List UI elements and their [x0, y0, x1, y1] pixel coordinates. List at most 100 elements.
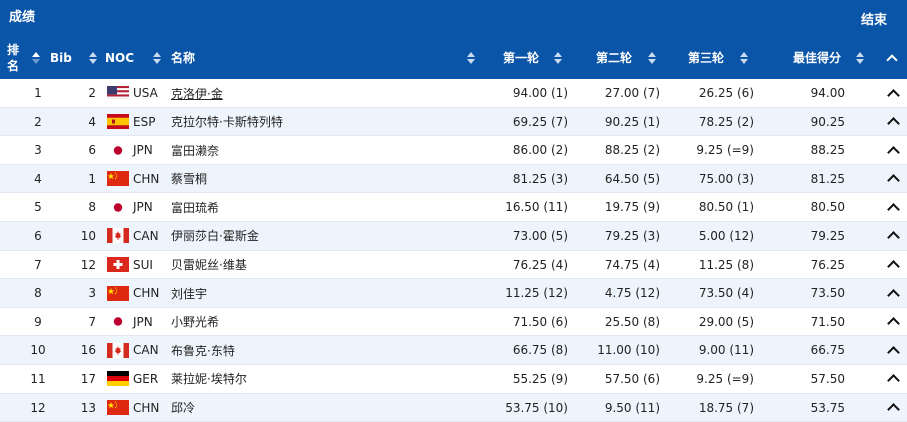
- bib-cell: 16: [80, 343, 96, 358]
- athlete-name: 刘佳宇: [171, 286, 208, 301]
- rank-cell: 12: [30, 400, 46, 415]
- column-noc-header[interactable]: NOC: [105, 36, 134, 79]
- rank-sort-icon[interactable]: [32, 36, 40, 79]
- table-row[interactable]: 3 6 JPN 富田濑奈 86.00 (2) 88.25 (2) 9.25 (=9) 88.2…: [0, 136, 907, 165]
- jpn-flag-icon: [107, 136, 131, 164]
- round1-cell: 71.50 (6): [512, 314, 568, 329]
- athlete-name-link[interactable]: 克拉尔特·卡斯特列特: [171, 108, 351, 136]
- best-sort-icon[interactable]: [856, 36, 864, 79]
- column-round2-label: 第二轮: [596, 51, 633, 65]
- athlete-name-link[interactable]: 邱冷: [171, 394, 351, 422]
- table-row[interactable]: 7 12 SUI 贝雷妮丝·维基 76.25 (4) 74.75 (4) 11.25 (8)…: [0, 251, 907, 280]
- athlete-name-link[interactable]: 刘佳宇: [171, 279, 351, 307]
- athlete-name: 富田琉希: [171, 200, 220, 215]
- round3-sort-icon[interactable]: [740, 36, 748, 79]
- end-button[interactable]: 结束: [861, 9, 887, 28]
- table-row[interactable]: 8 3 CHN 刘佳宇 11.25 (12) 4.75 (12) 73.50 (4) 73.5…: [0, 279, 907, 308]
- chevron-up-icon[interactable]: [886, 193, 900, 221]
- table-row[interactable]: 2 4 ESP 克拉尔特·卡斯特列特 69.25 (7) 90.25 (1) 78.25 (…: [0, 107, 907, 137]
- chevron-up-icon[interactable]: [886, 251, 900, 279]
- rank-cell: 7: [34, 257, 42, 272]
- athlete-name-link[interactable]: 莱拉妮·埃特尔: [171, 365, 351, 393]
- rank-cell: 3: [34, 143, 42, 158]
- column-round2-header[interactable]: 第二轮: [596, 36, 632, 79]
- athlete-name-link[interactable]: 富田濑奈: [171, 136, 351, 164]
- round2-sort-icon[interactable]: [648, 36, 656, 79]
- table-row[interactable]: 1 2 USA 克洛伊·金 94.00 (1) 27.00 (7) 26.25 (6) 94.…: [0, 79, 907, 108]
- athlete-name-link[interactable]: 布鲁克·东特: [171, 336, 351, 364]
- bib-sort-icon[interactable]: [89, 36, 97, 79]
- chevron-up-icon[interactable]: [886, 222, 900, 250]
- chevron-up-icon[interactable]: [886, 365, 900, 393]
- column-noc-label: NOC: [105, 50, 135, 65]
- chevron-up-icon[interactable]: [886, 308, 900, 336]
- athlete-name-link[interactable]: 小野光希: [171, 308, 351, 336]
- column-rank-label: 排名: [7, 42, 20, 73]
- best-score-cell: 94.00: [810, 86, 845, 100]
- round1-cell: 69.25 (7): [512, 114, 568, 129]
- noc-sort-icon[interactable]: [153, 36, 161, 79]
- athlete-name-link[interactable]: 蔡雪桐: [171, 165, 351, 193]
- athlete-name-link[interactable]: 克洛伊·金: [171, 79, 351, 107]
- chevron-up-icon[interactable]: [886, 108, 900, 136]
- table-row[interactable]: 5 8 JPN 富田琉希 16.50 (11) 19.75 (9) 80.50 (1) 80.…: [0, 193, 907, 222]
- best-score-cell: 53.75: [810, 400, 845, 415]
- can-flag-icon: [107, 336, 131, 364]
- chevron-up-icon[interactable]: [886, 136, 900, 164]
- column-bib-header[interactable]: Bib: [50, 36, 72, 79]
- chevron-up-icon[interactable]: [886, 165, 900, 193]
- column-bib-label: Bib: [50, 50, 72, 65]
- round1-cell: 76.25 (4): [512, 257, 568, 272]
- athlete-name-link[interactable]: 伊丽莎白·霍斯金: [171, 222, 351, 250]
- best-score-cell: 90.25: [810, 114, 845, 129]
- ger-flag-icon: [107, 365, 131, 393]
- column-name-label: 名称: [171, 51, 196, 65]
- column-name-header[interactable]: 名称: [171, 36, 195, 79]
- table-row[interactable]: 11 17 GER 莱拉妮·埃特尔 55.25 (9) 57.50 (6) 9.25 (=9…: [0, 365, 907, 394]
- chn-flag-icon: [107, 279, 131, 307]
- bib-cell: 1: [88, 171, 96, 186]
- round2-cell: 11.00 (10): [597, 343, 660, 358]
- table-row[interactable]: 9 7 JPN 小野光希 71.50 (6) 25.50 (8) 29.00 (5) 71.5…: [0, 308, 907, 337]
- table-row[interactable]: 12 13 CHN 邱冷 53.75 (10) 9.50 (11) 18.75 (7) 53.…: [0, 393, 907, 422]
- chevron-up-icon[interactable]: [886, 79, 900, 107]
- can-flag-icon: [107, 222, 131, 250]
- bib-cell: 3: [88, 286, 96, 301]
- table-row[interactable]: 6 10 CAN 伊丽莎白·霍斯金 73.00 (5) 79.25 (3) 5.00 (12…: [0, 221, 907, 251]
- athlete-name: 克拉尔特·卡斯特列特: [171, 115, 283, 130]
- column-rank-header[interactable]: 排名: [6, 36, 20, 79]
- column-round1-header[interactable]: 第一轮: [503, 36, 539, 79]
- rank-cell: 1: [34, 86, 42, 100]
- noc-cell: CHN: [133, 171, 160, 186]
- round1-cell: 11.25 (12): [505, 286, 568, 301]
- table-row[interactable]: 4 1 CHN 蔡雪桐 81.25 (3) 64.50 (5) 75.00 (3) 81.25: [0, 164, 907, 194]
- noc-cell: CAN: [133, 343, 159, 358]
- column-best-header[interactable]: 最佳得分: [793, 36, 841, 79]
- athlete-name-link[interactable]: 贝雷妮丝·维基: [171, 251, 351, 279]
- rank-cell: 10: [30, 343, 46, 358]
- round3-cell: 29.00 (5): [698, 314, 754, 329]
- best-score-cell: 79.25: [810, 228, 845, 243]
- chevron-up-icon[interactable]: [886, 394, 900, 422]
- chevron-up-icon[interactable]: [886, 279, 900, 307]
- round2-cell: 79.25 (3): [604, 228, 660, 243]
- column-round3-label: 第三轮: [688, 51, 725, 65]
- round1-sort-icon[interactable]: [554, 36, 562, 79]
- noc-cell: CAN: [133, 228, 159, 243]
- collapse-all-icon[interactable]: [886, 36, 898, 79]
- chn-flag-icon: [107, 165, 131, 193]
- esp-flag-icon: [107, 108, 131, 136]
- noc-cell: JPN: [133, 200, 153, 215]
- athlete-name: 邱冷: [171, 401, 196, 416]
- name-sort-icon[interactable]: [467, 36, 475, 79]
- noc-cell: CHN: [133, 286, 160, 301]
- chevron-up-icon[interactable]: [886, 336, 900, 364]
- table-header: 排名 Bib NOC 名称 第一轮 第二轮 第三轮 最佳得分: [0, 36, 907, 79]
- best-score-cell: 66.75: [810, 343, 845, 358]
- column-round3-header[interactable]: 第三轮: [688, 36, 724, 79]
- bib-cell: 10: [80, 228, 96, 243]
- table-row[interactable]: 10 16 CAN 布鲁克·东特 66.75 (8) 11.00 (10) 9.00 (11…: [0, 336, 907, 365]
- athlete-name-link[interactable]: 富田琉希: [171, 193, 351, 221]
- bib-cell: 12: [80, 257, 96, 272]
- best-score-cell: 73.50: [810, 286, 845, 301]
